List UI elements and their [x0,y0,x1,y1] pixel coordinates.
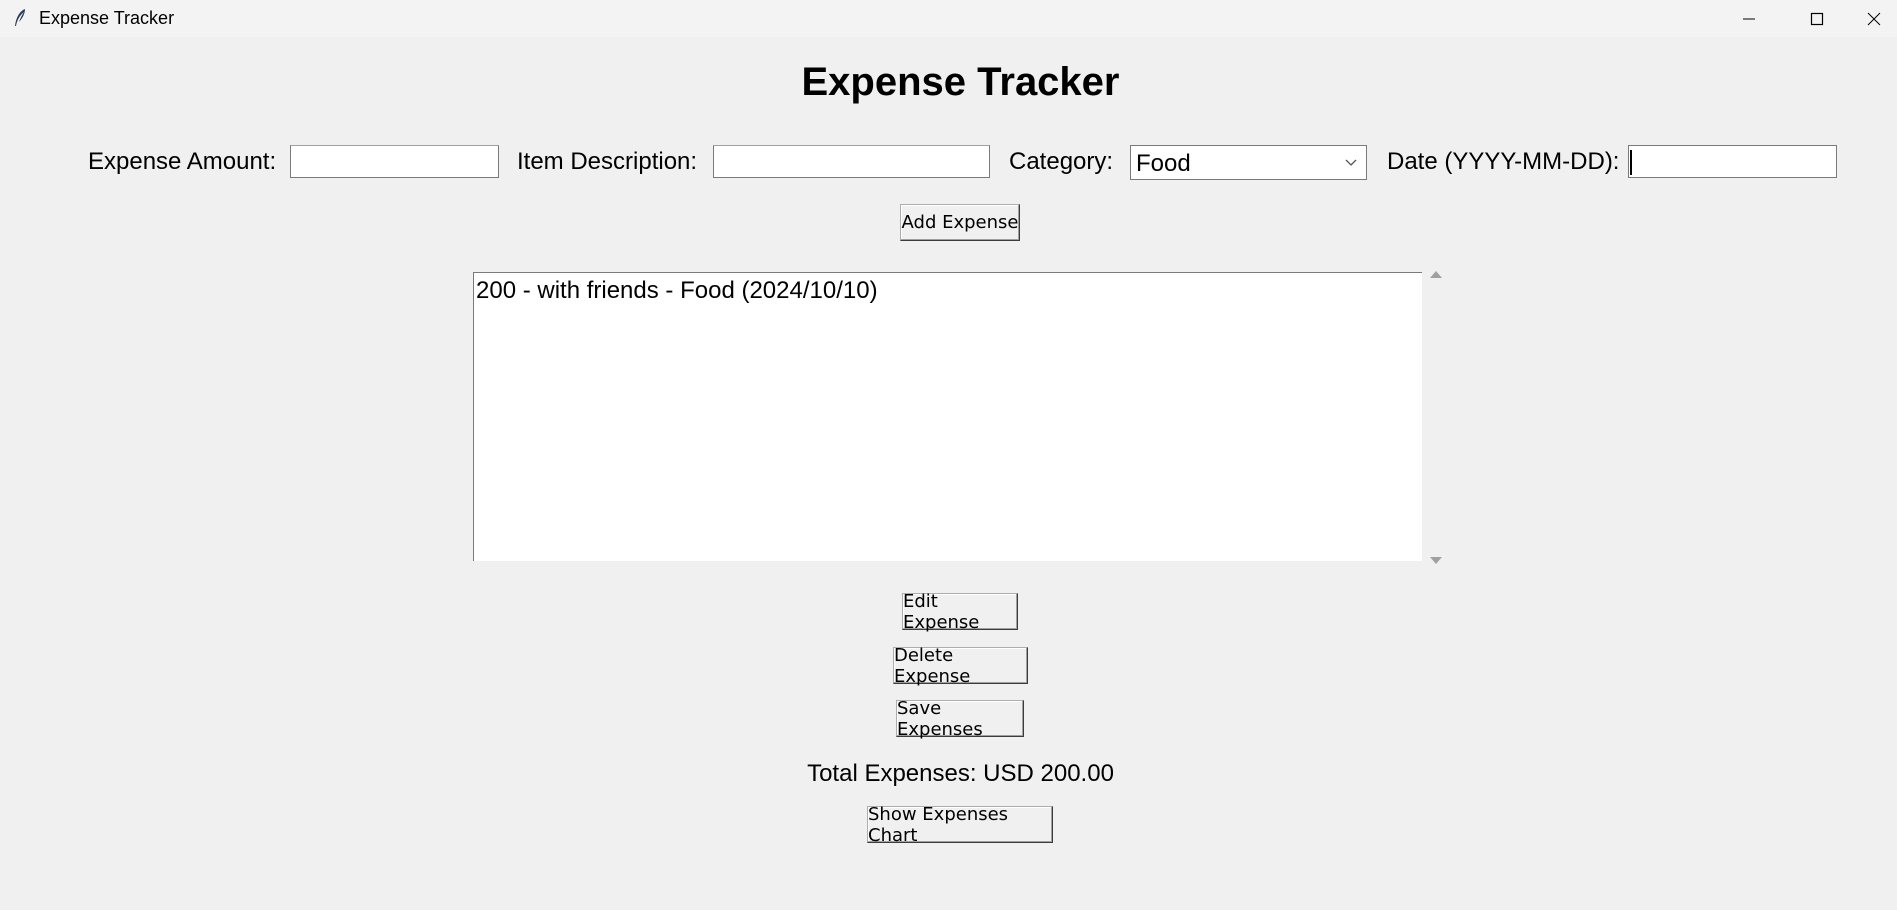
scroll-up-icon[interactable] [1428,270,1444,280]
feather-icon [15,9,25,26]
category-select[interactable]: Food [1130,145,1367,180]
add-expense-button[interactable]: Add Expense [900,204,1020,241]
text-cursor [1630,150,1632,175]
description-input[interactable] [713,145,990,178]
date-input[interactable] [1628,145,1837,178]
window-title: Expense Tracker [39,8,175,28]
show-chart-button[interactable]: Show Expenses Chart [867,804,1053,846]
close-button[interactable] [1851,0,1897,37]
date-label: Date (YYYY-MM-DD): [1387,148,1620,175]
delete-expense-button[interactable]: Delete Expense [893,645,1028,687]
amount-label: Expense Amount: [88,148,277,175]
minimize-icon [1743,18,1755,19]
minimize-button[interactable] [1715,0,1783,37]
maximize-button[interactable] [1783,0,1851,37]
total-expenses-label: Total Expenses: USD 200.00 [807,760,1114,787]
close-icon [1867,12,1881,25]
description-label: Item Description: [517,148,698,175]
scroll-down-icon[interactable] [1428,555,1444,565]
window-titlebar: Expense Tracker [0,0,1897,37]
list-item[interactable]: 200 - with friends - Food (2024/10/10) [476,277,878,305]
chevron-down-icon[interactable] [1344,156,1358,170]
category-label: Category: [1009,148,1114,175]
save-expenses-button[interactable]: Save Expenses [896,698,1024,740]
category-selected-value: Food [1136,150,1191,177]
maximize-icon [1810,12,1824,25]
expense-list-scrollbar[interactable] [1424,266,1448,567]
page-title: Expense Tracker [801,60,1120,104]
edit-expense-button[interactable]: Edit Expense [902,591,1018,633]
amount-input[interactable] [290,145,499,178]
expense-list[interactable]: 200 - with friends - Food (2024/10/10) [473,272,1422,561]
